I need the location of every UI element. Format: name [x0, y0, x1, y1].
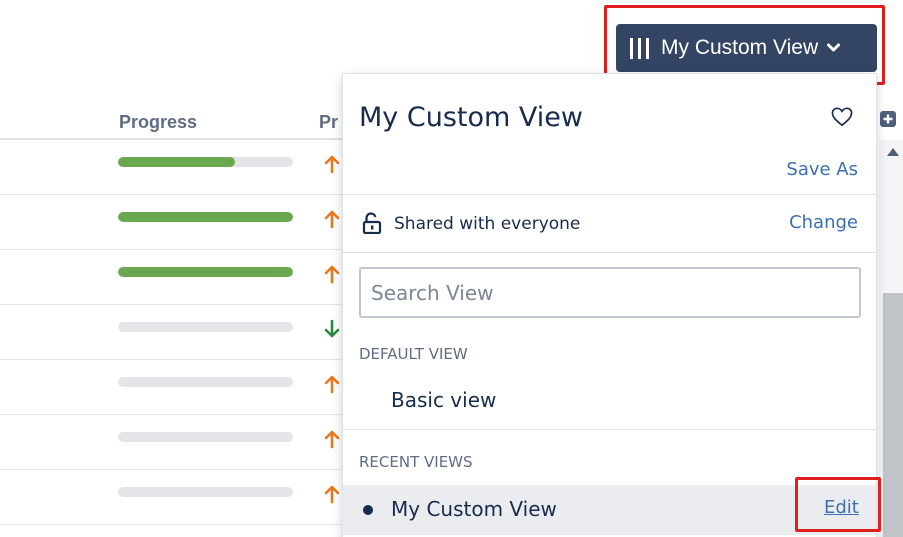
table-row[interactable] — [0, 470, 345, 525]
progress-bar — [118, 212, 293, 222]
chevron-down-icon — [827, 43, 841, 52]
table-row[interactable] — [0, 250, 345, 305]
scroll-up-icon[interactable] — [887, 148, 899, 156]
current-view-bullet — [363, 505, 373, 515]
progress-bar — [118, 377, 293, 387]
view-option-basic[interactable]: Basic view — [391, 388, 496, 412]
table-row[interactable] — [0, 415, 345, 470]
table-row[interactable] — [0, 140, 345, 195]
progress-bar — [118, 322, 293, 332]
recent-view-item[interactable]: My Custom View Edit — [343, 485, 876, 535]
arrow-up-icon — [324, 155, 340, 174]
scrollbar-thumb[interactable] — [883, 293, 903, 537]
progress-bar-fill — [118, 212, 293, 222]
table-row[interactable] — [0, 360, 345, 415]
column-header-progress: Progress — [119, 112, 198, 132]
progress-bar — [118, 157, 293, 167]
table-row[interactable] — [0, 195, 345, 250]
unlock-icon — [362, 212, 382, 234]
arrow-up-icon — [324, 430, 340, 449]
progress-bar-fill — [118, 157, 236, 167]
view-selector-button[interactable]: My Custom View — [616, 24, 877, 72]
view-dropdown-panel: My Custom View Save As Shared with every… — [342, 73, 877, 537]
arrow-down-icon — [324, 319, 340, 338]
search-view-input[interactable] — [359, 267, 861, 318]
heart-icon[interactable] — [831, 107, 853, 127]
change-sharing-link[interactable]: Change — [789, 212, 858, 233]
divider — [343, 252, 876, 253]
save-as-link[interactable]: Save As — [786, 159, 858, 180]
divider — [343, 194, 876, 195]
progress-bar — [118, 432, 293, 442]
progress-bar — [118, 267, 293, 277]
progress-bar-fill — [118, 267, 293, 277]
view-selector-label: My Custom View — [661, 36, 819, 59]
edit-view-link[interactable]: Edit — [824, 497, 859, 518]
recent-views-section-label: RECENT VIEWS — [359, 453, 473, 471]
arrow-up-icon — [324, 265, 340, 284]
default-view-section-label: DEFAULT VIEW — [359, 345, 468, 363]
arrow-up-icon — [324, 375, 340, 394]
add-column-icon[interactable] — [880, 111, 896, 127]
columns-icon — [630, 37, 649, 59]
arrow-up-icon — [324, 485, 340, 504]
column-header-priority: Pr — [319, 112, 339, 132]
recent-view-name: My Custom View — [391, 497, 557, 521]
sharing-status: Shared with everyone — [394, 214, 581, 234]
progress-bar — [118, 487, 293, 497]
divider — [343, 429, 876, 430]
table-row[interactable] — [0, 305, 345, 360]
arrow-up-icon — [324, 210, 340, 229]
dropdown-title: My Custom View — [359, 102, 583, 133]
